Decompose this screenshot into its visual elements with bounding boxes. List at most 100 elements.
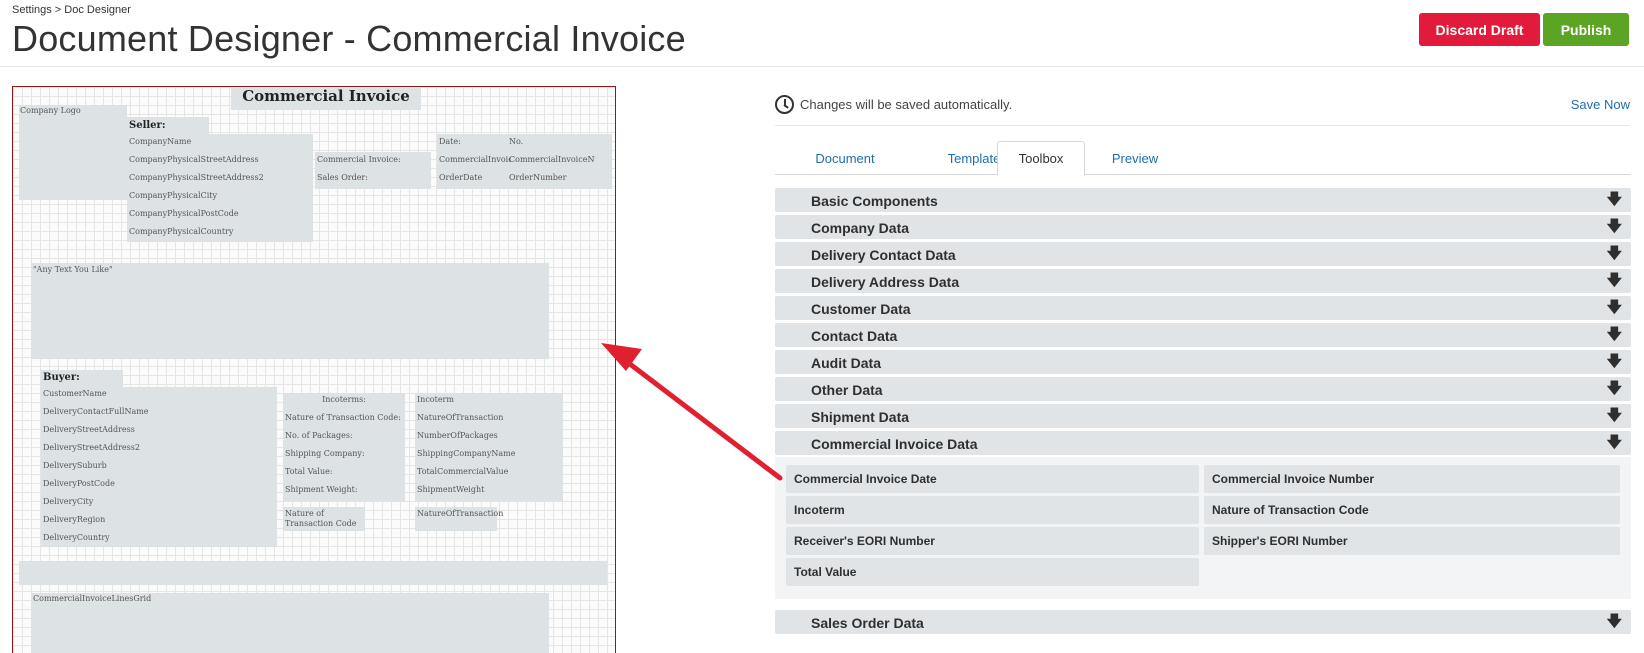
panel-tabs: Document Template Toolbox Preview <box>775 141 1631 176</box>
document-canvas[interactable]: Commercial Invoice Company Logo Seller: … <box>12 86 616 653</box>
arrow-down-icon: 🡇 <box>1606 353 1622 370</box>
shipping-field: ShippingCompanyName <box>417 449 516 458</box>
invoice-title: Commercial Invoice <box>242 87 410 105</box>
arrow-down-icon: 🡇 <box>1606 613 1622 630</box>
buyer-field: DeliveryStreetAddress2 <box>43 443 140 452</box>
seller-field: CompanyPhysicalStreetAddress2 <box>129 173 264 182</box>
section-label: Delivery Address Data <box>811 274 960 290</box>
tab-preview[interactable]: Preview <box>1085 141 1185 175</box>
shipping-label: Shipment Weight: <box>285 485 358 494</box>
shipping-label: No. of Packages: <box>285 431 353 440</box>
seller-field: CompanyPhysicalStreetAddress <box>129 155 259 164</box>
autosave-text: Changes will be saved automatically. <box>800 97 1013 112</box>
buyer-field: CustomerName <box>43 389 107 398</box>
buyer-field: DeliveryCountry <box>43 533 110 542</box>
section-shipment-data[interactable]: Shipment Data 🡇 <box>775 404 1631 428</box>
incoterm-field: Incoterm <box>417 395 454 404</box>
toolbox-item-ci-number[interactable]: Commercial Invoice Number <box>1204 465 1620 493</box>
page-title: Document Designer - Commercial Invoice <box>12 18 686 59</box>
toolbox-item-total-value[interactable]: Total Value <box>786 558 1199 586</box>
shipping-field: TotalCommercialValue <box>417 467 509 476</box>
section-label: Commercial Invoice Data <box>811 436 978 452</box>
arrow-down-icon: 🡇 <box>1606 191 1622 208</box>
toolbox-item-ntc[interactable]: Nature of Transaction Code <box>1204 496 1620 524</box>
item-label: Commercial Invoice Date <box>794 472 937 486</box>
buyer-field: DeliverySuburb <box>43 461 107 470</box>
lines-grid-label: CommercialInvoiceLinesGrid <box>33 594 152 603</box>
item-label: Total Value <box>794 565 857 579</box>
incoterms-heading: Incoterms: <box>322 395 366 404</box>
company-logo-block[interactable] <box>19 105 127 200</box>
arrow-down-icon: 🡇 <box>1606 326 1622 343</box>
item-label: Incoterm <box>794 503 845 517</box>
section-delivery-contact-data[interactable]: Delivery Contact Data 🡇 <box>775 242 1631 266</box>
buyer-field: DeliveryContactFullName <box>43 407 149 416</box>
section-label: Customer Data <box>811 301 911 317</box>
toolbox-item-receiver-eori[interactable]: Receiver's EORI Number <box>786 527 1199 555</box>
section-customer-data[interactable]: Customer Data 🡇 <box>775 296 1631 320</box>
order-number-field: OrderNumber <box>509 173 567 182</box>
arrow-down-icon: 🡇 <box>1606 299 1622 316</box>
buyer-field: DeliveryPostCode <box>43 479 115 488</box>
shipping-field: ShipmentWeight <box>417 485 485 494</box>
seller-field: CompanyPhysicalPostCode <box>129 209 239 218</box>
free-text-block[interactable] <box>31 263 549 359</box>
seller-fields-block[interactable] <box>127 134 313 242</box>
section-delivery-address-data[interactable]: Delivery Address Data 🡇 <box>775 269 1631 293</box>
order-date-field: OrderDate <box>439 173 483 182</box>
section-company-data[interactable]: Company Data 🡇 <box>775 215 1631 239</box>
seller-field: CompanyName <box>129 137 192 146</box>
shipping-label: Total Value: <box>285 467 333 476</box>
section-other-data[interactable]: Other Data 🡇 <box>775 377 1631 401</box>
section-label: Audit Data <box>811 355 881 371</box>
spacer-block[interactable] <box>19 561 607 585</box>
so-label: Sales Order: <box>317 173 368 182</box>
ci-number-field: CommercialInvoiceNumber <box>509 155 595 164</box>
section-label: Sales Order Data <box>811 615 924 631</box>
publish-button[interactable]: Publish <box>1543 13 1629 46</box>
breadcrumb[interactable]: Settings > Doc Designer <box>12 4 131 16</box>
shipping-field: NatureOfTransaction <box>417 413 504 422</box>
section-label: Delivery Contact Data <box>811 247 956 263</box>
ci-label: Commercial Invoice: <box>317 155 401 164</box>
item-label: Commercial Invoice Number <box>1212 472 1375 486</box>
toolbox-item-incoterm[interactable]: Incoterm <box>786 496 1199 524</box>
shipping-label: Shipping Company: <box>285 449 365 458</box>
seller-field: CompanyPhysicalCity <box>129 191 218 200</box>
seller-field: CompanyPhysicalCountry <box>129 227 234 236</box>
section-label: Other Data <box>811 382 883 398</box>
save-now-link[interactable]: Save Now <box>1571 97 1630 112</box>
commercial-invoice-items: Commercial Invoice Date Commercial Invoi… <box>775 457 1631 599</box>
item-label: Receiver's EORI Number <box>794 534 935 548</box>
arrow-down-icon: 🡇 <box>1606 434 1622 451</box>
toolbox-item-shipper-eori[interactable]: Shipper's EORI Number <box>1204 527 1620 555</box>
arrow-down-icon: 🡇 <box>1606 218 1622 235</box>
buyer-field: DeliveryRegion <box>43 515 106 524</box>
date-label: Date: <box>439 137 461 146</box>
section-label: Company Data <box>811 220 910 236</box>
section-contact-data[interactable]: Contact Data 🡇 <box>775 323 1631 347</box>
buyer-field: DeliveryStreetAddress <box>43 425 135 434</box>
tab-toolbox[interactable]: Toolbox <box>997 141 1085 176</box>
section-label: Basic Components <box>811 193 938 209</box>
section-basic-components[interactable]: Basic Components 🡇 <box>775 188 1631 212</box>
section-audit-data[interactable]: Audit Data 🡇 <box>775 350 1631 374</box>
item-label: Shipper's EORI Number <box>1212 534 1348 548</box>
section-commercial-invoice-data[interactable]: Commercial Invoice Data 🡇 <box>775 431 1631 455</box>
arrow-down-icon: 🡇 <box>1606 407 1622 424</box>
ci-date-field: CommercialInvoiceDate <box>439 155 511 164</box>
item-label: Nature of Transaction Code <box>1212 503 1369 517</box>
autosave-row: Changes will be saved automatically. Sav… <box>775 92 1630 126</box>
buyer-field: DeliveryCity <box>43 497 94 506</box>
shipping-field: NumberOfPackages <box>417 431 498 440</box>
buyer-heading: Buyer: <box>43 372 80 383</box>
section-label: Contact Data <box>811 328 898 344</box>
ntc-field: NatureOfTransaction <box>417 509 504 518</box>
seller-heading: Seller: <box>129 120 166 131</box>
discard-draft-button[interactable]: Discard Draft <box>1419 13 1540 46</box>
tab-document[interactable]: Document <box>775 141 915 175</box>
section-label: Shipment Data <box>811 409 910 425</box>
arrow-down-icon: 🡇 <box>1606 380 1622 397</box>
section-sales-order-data[interactable]: Sales Order Data 🡇 <box>775 610 1631 634</box>
toolbox-item-ci-date[interactable]: Commercial Invoice Date <box>786 465 1199 493</box>
